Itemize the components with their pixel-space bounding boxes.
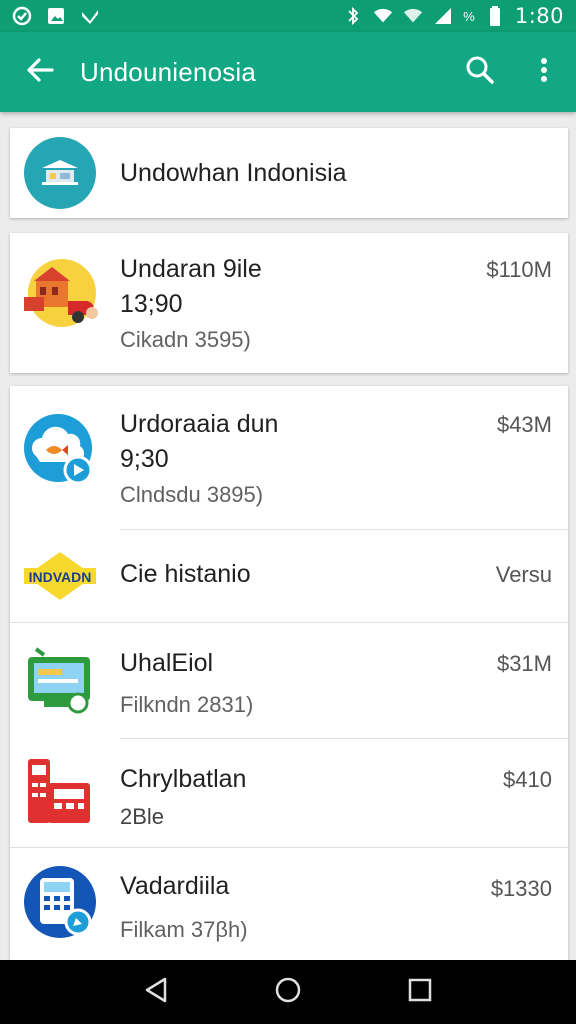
list-item[interactable]: Vadardiila Filkam 37βh) $1330	[10, 848, 568, 960]
list-item[interactable]: UhalEiol Filkndn 2831) $31M	[10, 623, 568, 738]
item-title: UhalEiol	[120, 649, 214, 677]
building-icon	[24, 137, 96, 209]
item-subtitle: 2Ble	[120, 804, 165, 829]
item-price: $110M	[486, 257, 552, 282]
search-icon	[465, 55, 495, 90]
indovan-logo-icon: INDVADN	[22, 538, 98, 614]
item-card[interactable]: Undaran 9ile 13;90 Cikadn 3595) $110M	[10, 233, 568, 373]
monitor-icon	[22, 641, 98, 717]
back-button[interactable]	[0, 32, 80, 112]
arrow-back-icon	[26, 56, 54, 89]
battery-percent: %	[463, 8, 475, 24]
item-title: Undaran 9ile	[120, 255, 262, 283]
search-button[interactable]	[448, 32, 512, 112]
nav-recents-button[interactable]	[390, 962, 450, 1022]
header-title: Undowhan Indonisia	[120, 158, 347, 187]
wifi-icon	[373, 6, 393, 26]
item-detail: Filkam 37βh)	[120, 917, 248, 942]
nav-back-icon	[143, 976, 169, 1009]
item-subtitle: 13;90	[120, 290, 183, 318]
list-item[interactable]: Urdoraaia dun 9;30 Clndsdu 3895) $43M	[10, 386, 568, 529]
house-truck-icon	[22, 257, 98, 333]
status-time: 1:80	[514, 4, 564, 28]
item-title: Vadardiila	[120, 872, 230, 900]
app-bar: Undounienosia	[0, 32, 576, 112]
list-card: Urdoraaia dun 9;30 Clndsdu 3895) $43M IN…	[10, 386, 568, 960]
list-item[interactable]: Undaran 9ile 13;90 Cikadn 3595) $110M	[10, 233, 568, 373]
nav-back-button[interactable]	[126, 962, 186, 1022]
cloud-fish-icon	[22, 412, 98, 488]
more-vert-icon	[540, 57, 548, 88]
signal-icon	[433, 6, 453, 26]
nav-home-icon	[274, 976, 302, 1009]
page-title: Undounienosia	[80, 56, 257, 87]
nav-recents-icon	[408, 978, 432, 1007]
list-item[interactable]: INDVADN Cie histanio Versu	[10, 530, 568, 622]
battery-icon	[485, 6, 505, 26]
item-price: $1330	[490, 876, 552, 901]
item-title: Urdoraaia dun	[120, 410, 279, 438]
check-notification-icon	[80, 6, 100, 26]
wifi-icon-2	[403, 6, 423, 26]
nav-home-button[interactable]	[258, 962, 318, 1022]
item-price: $410	[503, 767, 552, 792]
item-detail: Filkndn 2831)	[120, 692, 254, 717]
navigation-bar	[0, 960, 576, 1024]
item-detail: Cikadn 3595)	[120, 327, 251, 352]
machine-icon	[22, 753, 98, 829]
item-price: $43M	[496, 412, 552, 437]
image-notification-icon	[46, 6, 66, 26]
logo-text: INDVADN	[29, 569, 92, 585]
app-notification-icon	[12, 6, 32, 26]
overflow-menu-button[interactable]	[512, 32, 576, 112]
item-price: $31M	[496, 651, 552, 676]
item-version: Versu	[495, 562, 552, 587]
header-card[interactable]: Undowhan Indonisia	[10, 128, 568, 218]
list-item[interactable]: Chrylbatlan 2Ble $410	[10, 739, 568, 847]
item-subtitle: 9;30	[120, 445, 169, 473]
calculator-icon	[22, 864, 98, 940]
item-title: Chrylbatlan	[120, 765, 247, 793]
bluetooth-icon	[343, 6, 363, 26]
item-detail: Clndsdu 3895)	[120, 482, 264, 507]
item-title: Cie histanio	[120, 560, 251, 588]
status-bar: % 1:80	[0, 0, 576, 32]
